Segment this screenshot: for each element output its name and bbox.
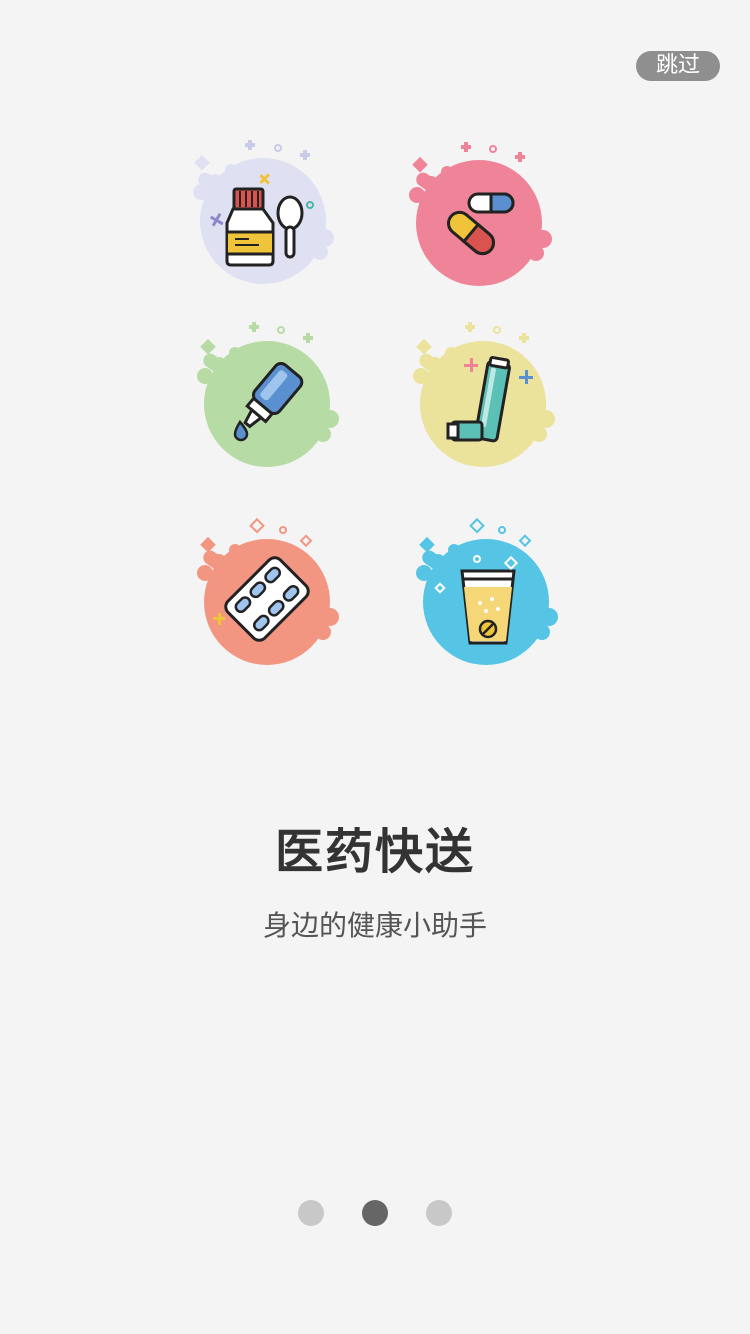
page-subtitle: 身边的健康小助手 [262, 909, 487, 942]
page-dot-1[interactable] [298, 1200, 324, 1226]
page-dot-3[interactable] [426, 1200, 452, 1226]
tile-blister [180, 515, 360, 675]
tile-capsules [395, 135, 575, 295]
tile-dropper [180, 318, 360, 478]
pill-blister-icon [197, 517, 339, 665]
page-title: 医药快送 [274, 824, 475, 880]
capsules-icon [409, 142, 552, 286]
effervescent-drink-icon [416, 517, 558, 665]
dropper-bottle-icon [197, 322, 339, 467]
inhaler-icon [413, 322, 555, 467]
syrup-bottle-spoon-icon [193, 140, 334, 284]
tile-drink [400, 515, 580, 675]
tile-syrup [175, 135, 355, 295]
tile-inhaler [400, 318, 580, 478]
page-indicator [0, 1200, 750, 1226]
feature-illustrations [0, 0, 750, 700]
page-dot-2-active[interactable] [362, 1200, 388, 1226]
